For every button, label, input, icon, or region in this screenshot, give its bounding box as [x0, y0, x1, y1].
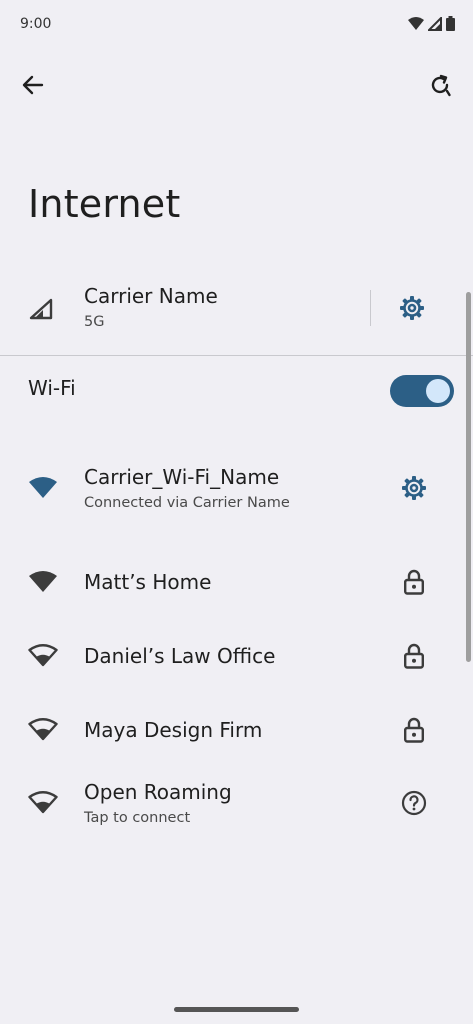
network-lock — [400, 716, 428, 744]
network-text: Carrier_Wi-Fi_Name Connected via Carrier… — [84, 465, 290, 511]
help-icon — [401, 790, 427, 816]
refresh-button[interactable] — [425, 70, 455, 100]
network-help[interactable] — [400, 789, 428, 817]
network-name: Daniel’s Law Office — [84, 644, 276, 668]
wifi-network-item[interactable]: Matt’s Home — [0, 554, 473, 610]
network-text: Open Roaming Tap to connect — [84, 780, 232, 826]
cell-signal-icon — [29, 298, 53, 320]
wifi-network-item[interactable]: Open Roaming Tap to connect — [0, 775, 473, 831]
wifi-partial-icon — [28, 791, 58, 814]
back-button[interactable] — [18, 70, 48, 100]
refresh-icon — [431, 74, 451, 97]
network-status: Tap to connect — [84, 810, 191, 826]
network-text: Matt’s Home — [84, 570, 211, 594]
wifi-partial-icon — [28, 644, 58, 667]
lock-icon — [404, 717, 425, 743]
wifi-connected-icon — [29, 477, 57, 498]
section-divider — [0, 355, 473, 356]
lock-icon — [404, 569, 425, 595]
gear-icon — [402, 476, 426, 500]
scrollbar[interactable] — [466, 292, 471, 662]
network-status: Connected via Carrier Name — [84, 495, 290, 511]
status-icons — [408, 16, 455, 31]
toggle-knob — [426, 379, 450, 403]
lock-icon — [404, 643, 425, 669]
gear-icon[interactable] — [398, 294, 426, 322]
carrier-text: Carrier Name 5G — [84, 284, 218, 330]
network-name: Maya Design Firm — [84, 718, 263, 742]
page-title: Internet — [28, 182, 181, 226]
divider — [370, 290, 371, 326]
wifi-network-item[interactable]: Daniel’s Law Office — [0, 628, 473, 684]
network-name: Matt’s Home — [84, 570, 212, 594]
arrow-back-icon — [22, 75, 44, 95]
network-name: Carrier_Wi-Fi_Name — [84, 465, 280, 489]
wifi-network-item[interactable]: Carrier_Wi-Fi_Name Connected via Carrier… — [0, 460, 473, 516]
network-lock — [400, 642, 428, 670]
cell-signal-icon — [428, 16, 442, 31]
carrier-network-type: 5G — [84, 314, 105, 330]
wifi-icon — [408, 16, 424, 30]
wifi-partial-icon — [28, 718, 58, 741]
battery-icon — [446, 16, 455, 31]
carrier-name: Carrier Name — [84, 284, 218, 308]
status-time: 9:00 — [20, 16, 52, 32]
wifi-full-icon — [29, 571, 57, 592]
carrier-row[interactable]: Carrier Name 5G — [0, 282, 473, 348]
network-lock — [400, 568, 428, 596]
wifi-label: Wi-Fi — [28, 376, 76, 400]
wifi-network-item[interactable]: Maya Design Firm — [0, 702, 473, 758]
network-name: Open Roaming — [84, 780, 232, 804]
wifi-toggle[interactable] — [390, 375, 454, 407]
network-text: Maya Design Firm — [84, 718, 262, 742]
gesture-nav-handle[interactable] — [174, 1007, 299, 1012]
network-text: Daniel’s Law Office — [84, 644, 275, 668]
network-settings-button[interactable] — [400, 474, 428, 502]
